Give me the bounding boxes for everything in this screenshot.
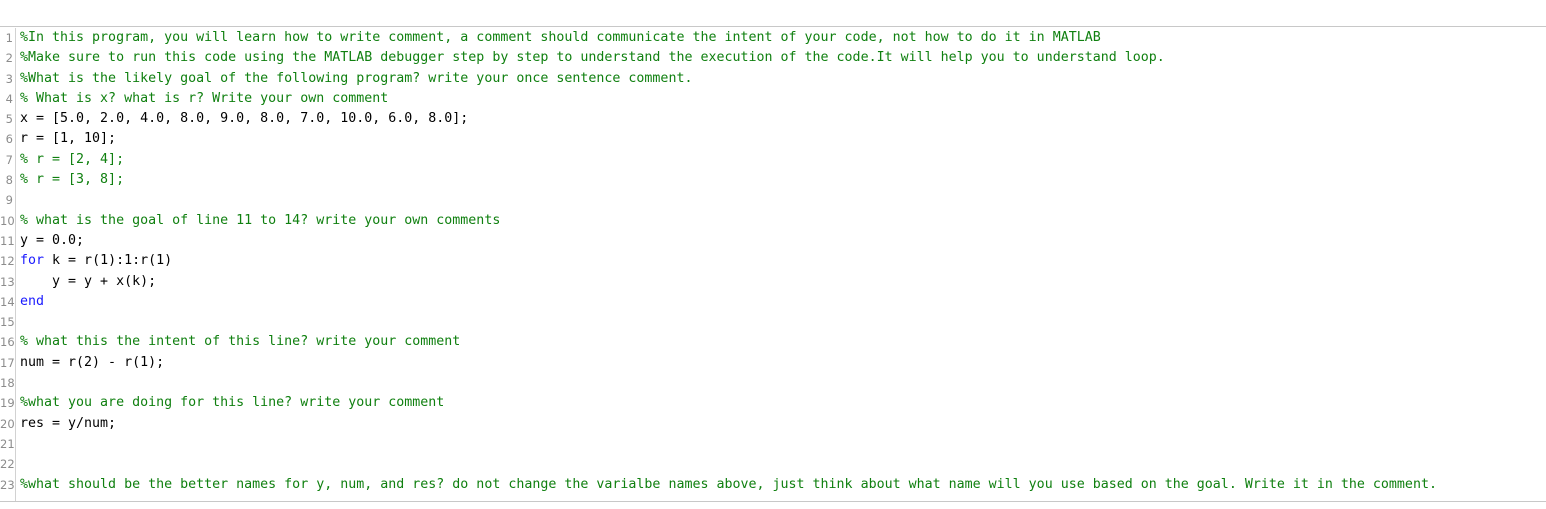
line-content: %what should be the better names for y, … xyxy=(20,475,1437,495)
token-comment: %What is the likely goal of the followin… xyxy=(20,70,693,86)
code-editor: 1 %In this program, you will learn how to… xyxy=(0,0,1546,509)
code-line[interactable]: 21 xyxy=(0,434,1546,454)
line-content: end xyxy=(20,292,44,312)
code-line[interactable]: 19 %what you are doing for this line? wri… xyxy=(0,393,1546,413)
token-comment: % r = [3, 8]; xyxy=(20,172,125,188)
token-comment: % What is x? what is r? Write your own c… xyxy=(20,90,389,106)
line-content: %Make sure to run this code using the MA… xyxy=(20,48,1165,68)
line-content: %In this program, you will learn how to … xyxy=(20,28,1101,48)
line-content: % what this the intent of this line? wri… xyxy=(20,332,460,352)
line-number: 8 xyxy=(5,173,13,188)
line-number: 14 xyxy=(0,294,15,309)
line-content: % r = [3, 8]; xyxy=(20,170,124,190)
token-keyword: end xyxy=(20,293,45,309)
line-number: 18 xyxy=(0,376,15,391)
line-number: 4 xyxy=(5,91,13,106)
line-number: 15 xyxy=(0,315,15,330)
line-number: 23 xyxy=(0,477,15,492)
line-content: num = r(2) - r(1); xyxy=(20,353,164,373)
code-line[interactable]: 7 % r = [2, 4]; xyxy=(0,150,1546,170)
line-number: 10 xyxy=(0,213,15,228)
code-line[interactable]: 6 r = [1, 10]; xyxy=(0,129,1546,149)
line-content: %what you are doing for this line? write… xyxy=(20,393,444,413)
code-line[interactable]: 5 x = [5.0, 2.0, 4.0, 8.0, 9.0, 8.0, 7.0,… xyxy=(0,109,1546,129)
token-comment: % r = [2, 4]; xyxy=(20,151,125,167)
line-number: 21 xyxy=(0,436,15,451)
token-comment: % what this the intent of this line? wri… xyxy=(20,334,461,350)
line-number: 3 xyxy=(5,71,13,86)
code-line[interactable]: 20 res = y/num; xyxy=(0,414,1546,434)
code-line[interactable]: 8 % r = [3, 8]; xyxy=(0,170,1546,190)
token-comment: % what is the goal of line 11 to 14? wri… xyxy=(20,212,501,228)
line-number: 5 xyxy=(5,112,13,127)
token-plain: res = y/num; xyxy=(20,415,117,431)
line-content: for k = r(1):1:r(1) xyxy=(20,251,172,271)
line-content: y = y + x(k); xyxy=(20,272,156,292)
code-line[interactable]: 18 xyxy=(0,373,1546,393)
token-plain: r = [1, 10]; xyxy=(20,131,117,147)
code-line[interactable]: 9 xyxy=(0,190,1546,210)
line-number: 12 xyxy=(0,254,15,269)
line-number: 22 xyxy=(0,457,15,472)
code-line[interactable]: 4 % What is x? what is r? Write your own … xyxy=(0,89,1546,109)
line-content: % What is x? what is r? Write your own c… xyxy=(20,89,388,109)
code-line[interactable]: 17 num = r(2) - r(1); xyxy=(0,353,1546,373)
line-content: y = 0.0; xyxy=(20,231,84,251)
line-content: x = [5.0, 2.0, 4.0, 8.0, 9.0, 8.0, 7.0, … xyxy=(20,109,468,129)
token-comment: %Make sure to run this code using the MA… xyxy=(20,50,1165,66)
token-comment: %what you are doing for this line? write… xyxy=(20,395,445,411)
token-plain: num = r(2) - r(1); xyxy=(20,354,165,370)
line-content: res = y/num; xyxy=(20,414,116,434)
editor-bottom-border xyxy=(0,501,1546,502)
token-plain: x = [5.0, 2.0, 4.0, 8.0, 9.0, 8.0, 7.0, … xyxy=(20,111,469,127)
code-lines-container: 1 %In this program, you will learn how to… xyxy=(0,28,1546,495)
line-content: % what is the goal of line 11 to 14? wri… xyxy=(20,211,500,231)
line-number: 13 xyxy=(0,274,15,289)
line-number: 20 xyxy=(0,416,15,431)
line-content: r = [1, 10]; xyxy=(20,129,116,149)
code-line[interactable]: 16 % what this the intent of this line? w… xyxy=(0,332,1546,352)
code-line[interactable]: 14 end xyxy=(0,292,1546,312)
line-number: 17 xyxy=(0,355,15,370)
code-line[interactable]: 2 %Make sure to run this code using the M… xyxy=(0,48,1546,68)
line-number: 19 xyxy=(0,396,15,411)
line-number: 7 xyxy=(5,152,13,167)
code-text-area[interactable]: 1 %In this program, you will learn how to… xyxy=(0,28,1546,501)
code-line[interactable]: 1 %In this program, you will learn how to… xyxy=(0,28,1546,48)
code-line[interactable]: 13 y = y + x(k); xyxy=(0,272,1546,292)
code-line[interactable]: 3 %What is the likely goal of the followi… xyxy=(0,69,1546,89)
gutter-separator xyxy=(15,28,16,501)
editor-top-border xyxy=(0,0,1546,27)
line-number: 6 xyxy=(5,132,13,147)
token-plain: y = 0.0; xyxy=(20,232,85,248)
line-number: 11 xyxy=(0,233,15,248)
line-number: 1 xyxy=(5,31,13,45)
token-plain: y = y + x(k); xyxy=(20,273,157,289)
token-plain: k = r(1):1:r(1) xyxy=(44,253,173,269)
code-line[interactable]: 12 for k = r(1):1:r(1) xyxy=(0,251,1546,271)
line-content: %What is the likely goal of the followin… xyxy=(20,69,692,89)
token-comment: %what should be the better names for y, … xyxy=(20,476,1437,492)
code-line[interactable]: 22 xyxy=(0,454,1546,474)
line-number: 16 xyxy=(0,335,15,350)
line-content: % r = [2, 4]; xyxy=(20,150,124,170)
code-line[interactable]: 15 xyxy=(0,312,1546,332)
token-keyword: for xyxy=(20,253,45,269)
token-comment: %In this program, you will learn how to … xyxy=(20,30,1101,45)
code-line[interactable]: 23 %what should be the better names for y… xyxy=(0,475,1546,495)
code-line[interactable]: 11 y = 0.0; xyxy=(0,231,1546,251)
line-number: 9 xyxy=(5,193,13,208)
code-line[interactable]: 10 % what is the goal of line 11 to 14? w… xyxy=(0,211,1546,231)
line-number: 2 xyxy=(5,51,13,66)
